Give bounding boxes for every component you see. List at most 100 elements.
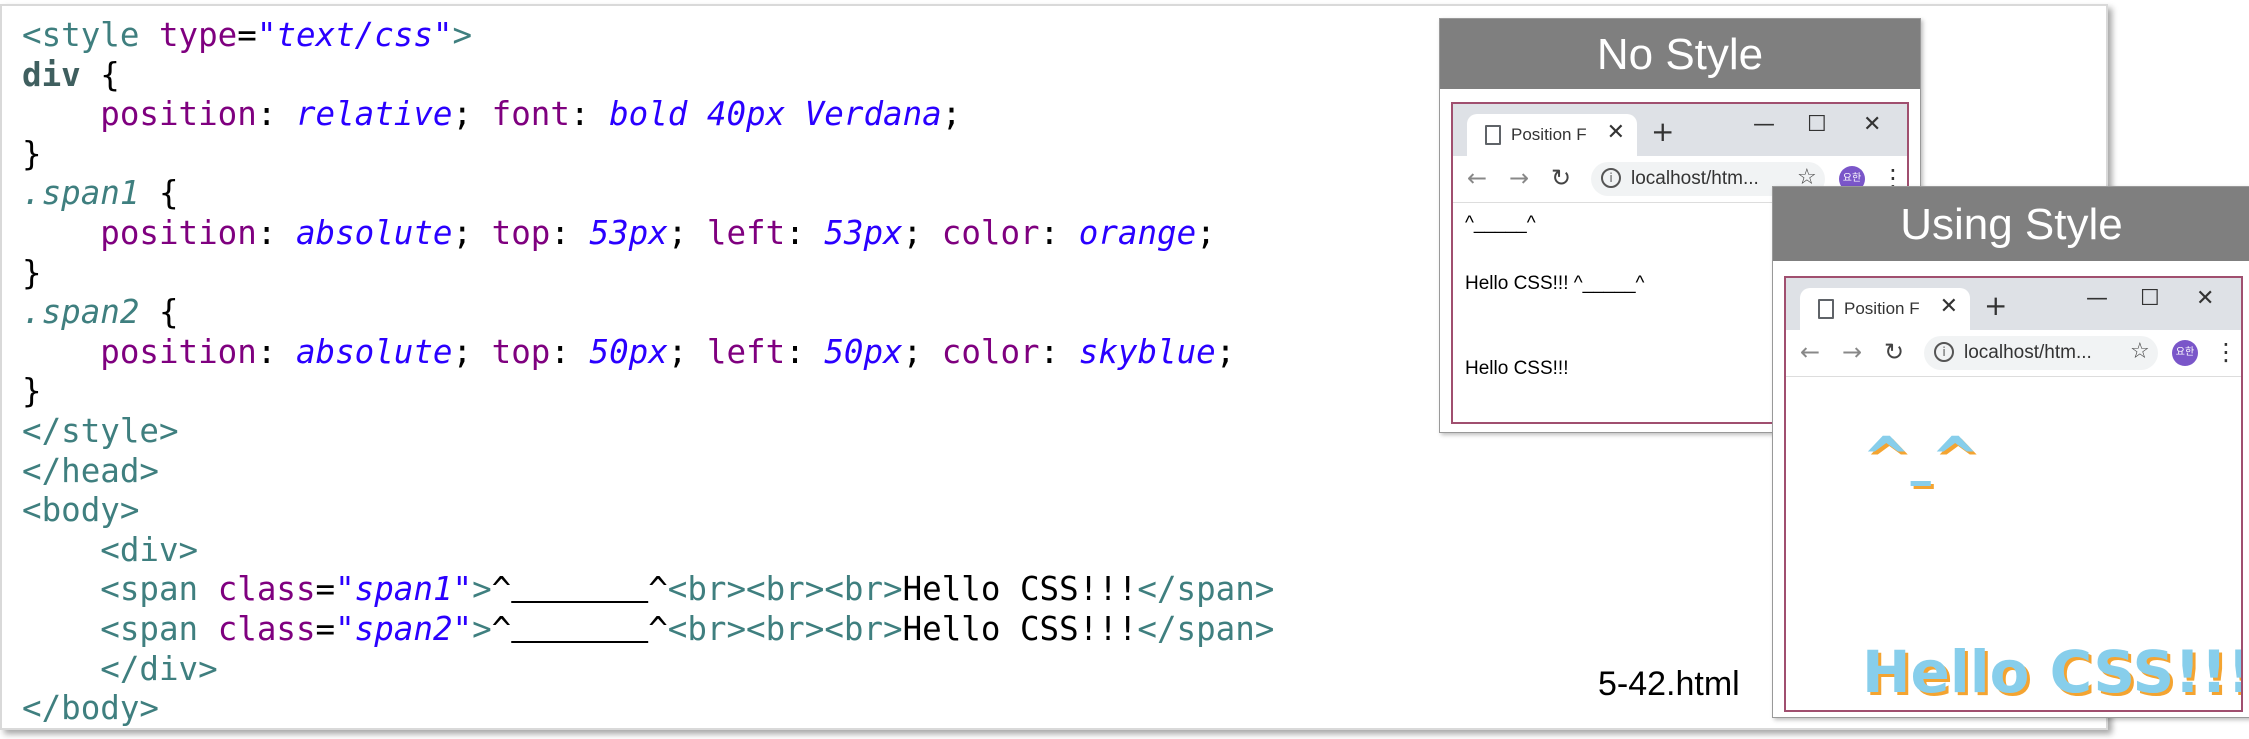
code-token: ; [452,95,492,134]
code-token: class [217,609,316,648]
code-token: left [706,213,786,252]
code-line: <span class="span1">^ ^<br><br><br>Hello… [22,570,1274,610]
code-listing: <style type="text/css"> div { position: r… [22,16,1274,729]
code-token: type [158,16,238,54]
code-token: top [491,332,551,371]
code-token: absolute [295,213,453,252]
back-icon[interactable]: ← [1467,164,1487,192]
code-token: position [100,332,257,371]
code-token: </span> [1137,570,1275,609]
browser-tab[interactable]: Position F ✕ [1800,288,1970,330]
code-line: <span class="span2">^ ^<br><br><br>Hello… [22,610,1274,650]
code-token: ^ [648,609,668,648]
info-icon[interactable]: i [1601,168,1621,188]
code-token: div [22,55,81,94]
maximize-icon[interactable]: ☐ [1807,112,1827,137]
page-icon [1818,299,1834,319]
code-token: 53px [824,213,903,252]
code-token: .span2 [22,293,140,332]
code-token: position [100,213,257,252]
tab-title: Position F [1511,125,1587,144]
code-token: > [472,570,492,609]
content-line: ^_____^ [1465,213,1536,234]
code-line: } [22,372,1274,412]
forward-icon[interactable]: → [1509,164,1529,192]
code-token: : [1039,332,1079,371]
reload-icon[interactable]: ↻ [1551,164,1571,192]
reload-icon[interactable]: ↻ [1884,338,1904,366]
code-line: <div> [22,531,1274,571]
code-token: ^ [491,570,512,609]
close-icon[interactable]: ✕ [2196,286,2214,311]
code-token: ; [1196,213,1216,252]
caret-right: ^ [1930,424,1980,492]
code-token: : [550,213,590,252]
profile-avatar[interactable]: 요한 [2172,340,2198,366]
info-icon[interactable]: i [1934,342,1954,362]
code-token: class [217,570,316,609]
code-line: div { [22,56,1274,96]
code-token: <br><br><br> [667,570,903,609]
file-caption: 5-42.html [1598,665,1740,703]
code-token: top [491,213,551,252]
code-token: <body> [22,491,140,530]
minimize-icon[interactable]: — [2086,286,2108,311]
code-token: } [22,372,42,411]
minimize-icon[interactable]: — [1753,112,1775,137]
address-bar[interactable]: i localhost/htm... ☆ [1924,336,2158,370]
code-token: bold 40px Verdana [609,95,942,134]
code-line: } [22,254,1274,294]
browser-tab[interactable]: Position F ✕ [1467,114,1637,156]
code-line: </body> [22,689,1274,729]
back-icon[interactable]: ← [1800,338,1820,366]
code-token: ; [1215,332,1236,371]
code-token: </head> [22,451,159,490]
code-token: ; [667,332,707,371]
code-token: ; [902,213,942,252]
address-url: localhost/htm... [1964,342,2092,363]
code-token: { [80,55,120,94]
menu-icon[interactable]: ⋮ [2214,338,2238,366]
caret-gap [1911,424,1931,492]
code-line: } [22,135,1274,175]
close-icon[interactable]: ✕ [1863,112,1881,137]
code-token: : [785,332,825,371]
code-token: = [315,609,336,648]
code-line: <body> [22,491,1274,531]
maximize-icon[interactable]: ☐ [2140,286,2160,311]
new-tab-icon[interactable]: + [1651,118,1674,146]
code-line: </div> [22,650,1274,690]
tab-close-icon[interactable]: ✕ [1607,120,1625,145]
code-token: ; [941,95,962,134]
tab-close-icon[interactable]: ✕ [1940,294,1958,319]
code-token: ; [452,213,492,252]
code-token: } [22,253,42,292]
code-line: </head> [22,452,1274,492]
forward-icon[interactable]: → [1842,338,1862,366]
code-token: ; [902,332,942,371]
code-token: { [139,174,179,213]
code-token: "span1" [335,570,473,609]
page-content: ^ ^ Hello CSS!!! ^ ^ Hello CSS!!! [1786,377,2241,710]
code-token: .span1 [22,174,140,213]
code-token: ; [667,213,707,252]
code-token: absolute [295,332,453,371]
code-token: skyblue [1078,332,1216,371]
code-token: : [256,332,296,371]
star-icon[interactable]: ☆ [2130,339,2150,364]
span2-hello: Hello CSS!!! [1862,638,2243,706]
code-token: ; [452,332,492,371]
code-token: : [256,95,296,134]
using-style-panel: Using Style Position F ✕ + — ☐ ✕ ← → ↻ i… [1772,186,2249,718]
tab-strip: Position F ✕ + — ☐ ✕ [1786,278,2241,330]
new-tab-icon[interactable]: + [1984,292,2007,320]
code-token: Hello CSS!!! [902,609,1138,648]
